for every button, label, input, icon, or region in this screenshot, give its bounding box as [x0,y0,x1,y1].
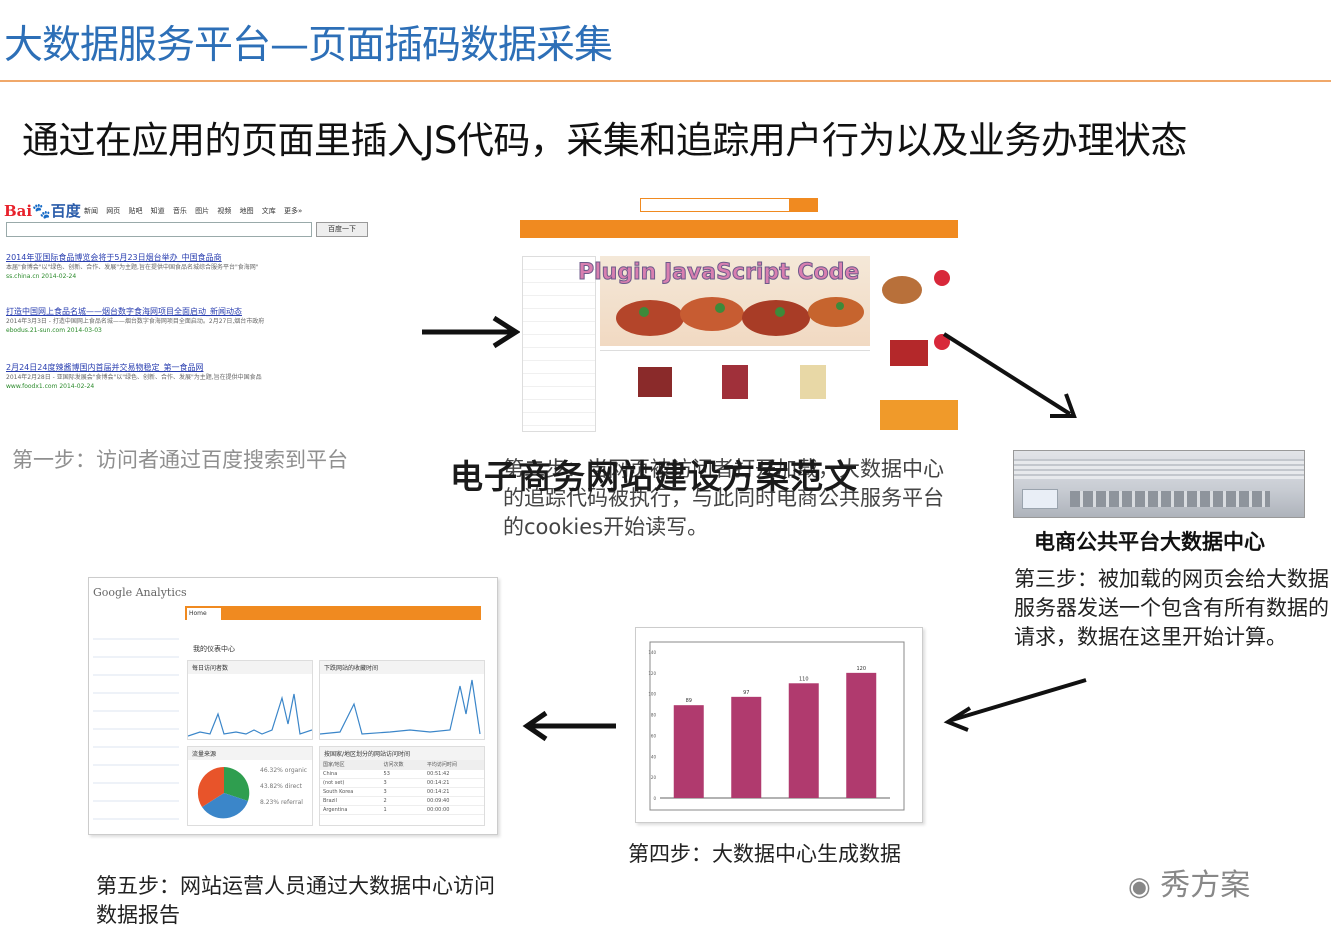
bar [673,705,704,798]
y-tick-label: 60 [651,733,657,738]
tab-home: Home [187,608,221,620]
time-panel: 下跌网站的收藏时间 [319,660,485,740]
shop-search-button [790,198,818,212]
search-result: 2014年亚国际食品博览会将于5月23日烟台举办_中国食品商 本届"食博会"以"… [6,253,259,280]
bar-value-label: 97 [743,690,749,696]
bar [731,696,762,798]
search-result: 打造中国网上食品名城——烟台数字食海网项目全面启动_新闻动态 2014年3月3日… [6,307,265,334]
time-line-chart [319,679,481,735]
legend-organic: 46.32% organic [260,767,308,774]
ecommerce-site-screenshot: Plugin JavaScript Code [520,190,958,432]
dashboard-title: 我的仪表中心 [193,645,235,653]
y-tick-label: 0 [653,796,656,801]
step-3-text: 第三步：被加载的网页会给大数据服务器发送一个包含有所有数据的请求，数据在这里开始… [1014,567,1329,649]
y-tick-label: 40 [651,754,657,759]
y-tick-label: 140 [648,650,656,655]
baidu-search-input [6,222,312,237]
table-header: 国家/地区 访问次数 平均访问时间 [320,760,484,770]
bar-chart-svg: 0 20 40 60 80 100 120 140 89 97 110 120 [648,641,905,811]
server-vent-grid [1070,491,1270,507]
data-server-image [1013,450,1305,518]
step-5-text: 第五步：网站运营人员通过大数据中心访问数据报告 [96,874,495,927]
country-table: 国家/地区 访问次数 平均访问时间 China 53 00:51:42 (not set… [320,760,484,815]
arrow-left-icon [943,678,1087,732]
analytics-sidebar [93,622,179,822]
datacenter-label: 电商公共平台大数据中心 [1034,530,1265,554]
y-tick-label: 80 [651,713,657,718]
bar [788,683,819,798]
paw-icon: 🐾 [32,202,51,220]
baidu-search-screenshot: Bai🐾百度 新闻 网页 贴吧 知道 音乐 图片 视频 地图 文库 更多» 百度… [4,196,410,416]
country-table-panel: 按国家/地区划分的网站访问时间 国家/地区 访问次数 平均访问时间 China 53 0… [319,746,485,826]
title-divider [0,80,1331,82]
watermark: ◉ 秀方案 [1128,868,1251,903]
arrow-left-icon [522,710,616,742]
bar [846,672,877,798]
analytics-logo: Google Analytics [93,586,187,599]
y-tick-label: 120 [648,671,656,676]
analytics-tab-bar [185,606,481,620]
traffic-source-panel: 流量来源 46.32% organic 43.82% direct 8.23% … [187,746,313,826]
y-tick-label: 100 [648,692,656,697]
table-row: Brazil 2 00:09:40 [320,796,484,806]
shop-product-row [600,350,870,430]
table-row: (not set) 3 00:14:21 [320,778,484,788]
table-row: Argentina 1 00:00:00 [320,805,484,815]
baidu-logo: Bai🐾百度 [4,202,81,220]
legend-referral: 8.23% referral [260,799,303,806]
step-1-text: 第一步：访问者通过百度搜索到平台 [12,448,348,472]
page-subtitle: 通过在应用的页面里插入JS代码，采集和追踪用户行为以及业务办理状态 [22,119,1187,162]
bar-value-label: 120 [856,666,866,672]
shop-nav-bar [520,220,958,238]
arrow-down-right-icon [942,332,1077,418]
page-title: 大数据服务平台—页面插码数据采集 [4,23,613,68]
pie-chart [197,766,250,819]
bar-value-label: 110 [799,676,809,682]
baidu-nav: 新闻 网页 贴吧 知道 音乐 图片 视频 地图 文库 更多» [84,207,303,215]
step-4-text: 第四步：大数据中心生成数据 [628,842,901,866]
stats-bar-chart: 0 20 40 60 80 100 120 140 89 97 110 120 [635,627,923,823]
google-analytics-screenshot: Google Analytics Home 我的仪表中心 每日访问者数 下跌网站… [88,577,498,835]
y-tick-label: 20 [651,775,657,780]
legend-direct: 43.82% direct [260,783,302,790]
visitors-panel: 每日访问者数 [187,660,313,740]
plugin-js-label: Plugin JavaScript Code [577,260,860,286]
visitors-line-chart [187,693,313,737]
overlay-heading: 电子商务网站建设方案范文 [450,457,858,496]
shop-search-input [640,198,790,212]
arrow-right-icon [422,315,521,349]
wechat-icon: ◉ [1128,872,1151,902]
table-row: South Korea 3 00:14:21 [320,787,484,797]
baidu-search-button: 百度一下 [316,222,368,237]
table-row: China 53 00:51:42 [320,769,484,779]
bar-value-label: 89 [686,698,692,704]
search-result: 2月24日24度辣酱博国内首届并交易物稳定_第一食品网 2014年2月28日 -… [6,363,262,390]
server-drive-bay [1022,489,1058,509]
